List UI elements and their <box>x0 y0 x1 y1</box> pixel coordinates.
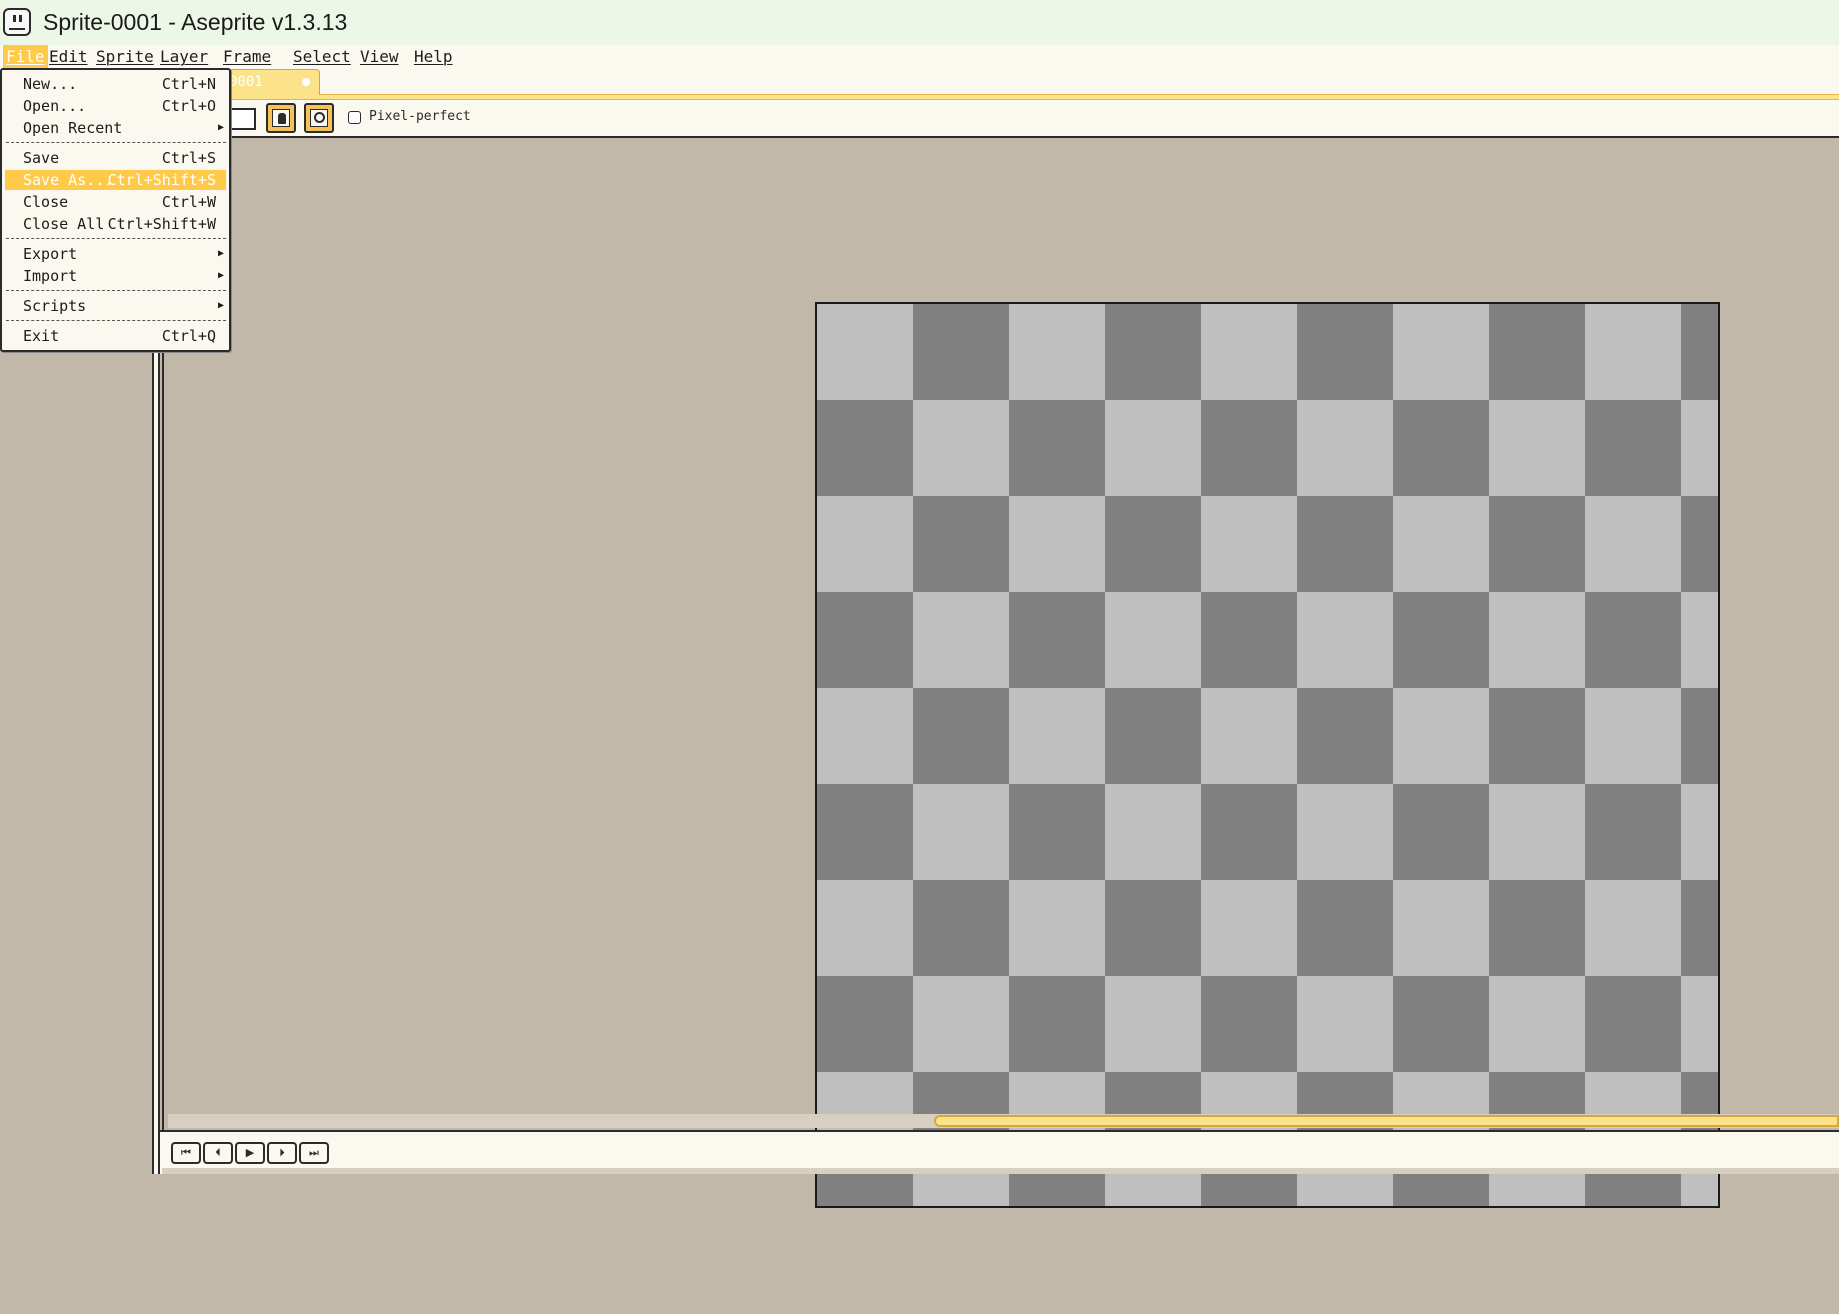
menu-edit[interactable]: Edit <box>46 45 91 68</box>
menu-layer[interactable]: Layer <box>157 45 211 68</box>
file-menu-dropdown: New... Ctrl+N Open... Ctrl+O Open Recent… <box>0 68 231 352</box>
tools-panel-area <box>8 350 151 1314</box>
menu-item-export[interactable]: Export ▶ <box>5 244 226 264</box>
play-button[interactable]: ▶ <box>235 1142 265 1164</box>
menu-separator <box>6 290 226 291</box>
last-frame-button[interactable]: ⏭ <box>299 1142 329 1164</box>
submenu-arrow-icon: ▶ <box>217 248 224 259</box>
title-bar: Sprite-0001 - Aseprite v1.3.13 <box>0 0 1839 45</box>
transparency-checkerboard <box>817 304 1718 1206</box>
submenu-arrow-icon: ▶ <box>217 122 224 133</box>
next-frame-button[interactable]: ⏵ <box>267 1142 297 1164</box>
menu-item-shortcut: Ctrl+Q <box>161 327 216 345</box>
menu-item-shortcut: Ctrl+N <box>161 75 216 93</box>
menu-item-open-recent[interactable]: Open Recent ▶ <box>5 118 226 138</box>
menu-item-label: Export <box>23 245 78 263</box>
menu-item-label: Import <box>23 267 78 285</box>
menu-item-close-all[interactable]: Close All Ctrl+Shift+W <box>5 214 226 234</box>
horizontal-scrollbar-thumb[interactable] <box>934 1115 1839 1127</box>
menu-file[interactable]: File <box>3 45 48 68</box>
ink-button[interactable] <box>266 103 296 133</box>
menu-separator <box>6 238 226 239</box>
magnify-pixel-icon <box>310 109 328 127</box>
menu-select[interactable]: Select <box>290 45 354 68</box>
menu-item-label: Close All <box>23 215 105 233</box>
icon-eye-left <box>13 15 16 22</box>
context-toolbar: Pixel-perfect <box>0 100 1839 138</box>
menu-sprite[interactable]: Sprite <box>93 45 157 68</box>
submenu-arrow-icon: ▶ <box>217 270 224 281</box>
menu-view[interactable]: View <box>357 45 402 68</box>
pixel-perfect-checkbox[interactable] <box>348 111 361 124</box>
sprite-editor[interactable] <box>162 140 1839 1208</box>
timeline-layers-strip <box>162 1168 1839 1174</box>
previous-frame-button[interactable]: ⏴ <box>203 1142 233 1164</box>
menu-item-label: Scripts <box>23 297 87 315</box>
menu-item-scripts[interactable]: Scripts ▶ <box>5 296 226 316</box>
menu-item-save[interactable]: Save Ctrl+S <box>5 148 226 168</box>
menu-bar: File Edit Sprite Layer Frame Select View… <box>0 45 1839 68</box>
menu-item-shortcut: Ctrl+W <box>161 193 216 211</box>
menu-separator <box>6 320 226 321</box>
menu-item-label: Open Recent <box>23 119 123 137</box>
menu-item-label: Save <box>23 149 60 167</box>
menu-frame[interactable]: Frame <box>220 45 274 68</box>
modified-dot-icon[interactable] <box>302 78 310 86</box>
pixel-perfect-label: Pixel-perfect <box>369 109 471 124</box>
first-frame-button[interactable]: ⏮ <box>171 1142 201 1164</box>
menu-item-close[interactable]: Close Ctrl+W <box>5 192 226 212</box>
menu-item-shortcut: Ctrl+Shift+S <box>107 171 216 189</box>
menu-item-shortcut: Ctrl+Shift+W <box>107 215 216 233</box>
menu-help[interactable]: Help <box>411 45 456 68</box>
window-title: Sprite-0001 - Aseprite v1.3.13 <box>43 9 348 35</box>
menu-item-exit[interactable]: Exit Ctrl+Q <box>5 326 226 346</box>
icon-eye-right <box>19 15 22 22</box>
menu-item-open[interactable]: Open... Ctrl+O <box>5 96 226 116</box>
menu-item-label: Close <box>23 193 69 211</box>
menu-item-shortcut: Ctrl+S <box>161 149 216 167</box>
sprite-canvas[interactable] <box>815 302 1720 1208</box>
menu-item-label: Save As... <box>23 171 114 189</box>
pixel-perfect-mode-button[interactable] <box>304 103 334 133</box>
menu-separator <box>6 142 226 143</box>
menu-item-shortcut: Ctrl+O <box>161 97 216 115</box>
icon-mouth <box>9 28 25 30</box>
document-tab-label: 0001 <box>229 74 263 90</box>
menu-item-save-as[interactable]: Save As... Ctrl+Shift+S <box>5 170 226 190</box>
menu-item-label: Open... <box>23 97 87 115</box>
menu-item-label: New... <box>23 75 78 93</box>
menu-item-new[interactable]: New... Ctrl+N <box>5 74 226 94</box>
ink-icon <box>272 109 290 127</box>
aseprite-app-icon[interactable] <box>3 8 31 36</box>
menu-item-label: Exit <box>23 327 60 345</box>
submenu-arrow-icon: ▶ <box>217 300 224 311</box>
menu-item-import[interactable]: Import ▶ <box>5 266 226 286</box>
